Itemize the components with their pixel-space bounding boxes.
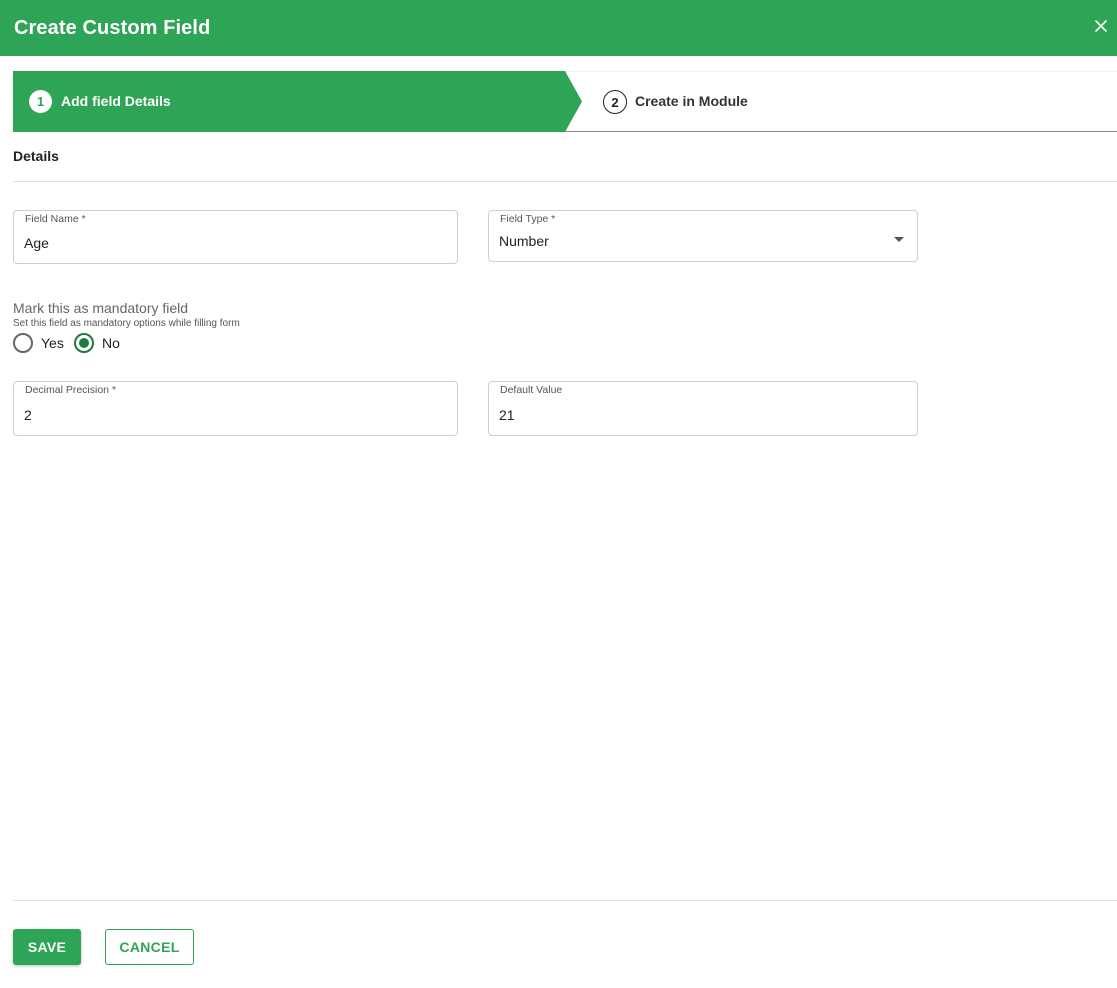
- step-label-2: Create in Module: [635, 93, 748, 109]
- mandatory-title: Mark this as mandatory field: [13, 300, 189, 316]
- save-button[interactable]: SAVE: [13, 929, 81, 965]
- field-name-input[interactable]: Field Name * Age: [13, 210, 458, 264]
- cancel-button[interactable]: CANCEL: [105, 929, 194, 965]
- dialog-title: Create Custom Field: [14, 17, 211, 39]
- step-number-1: 1: [29, 90, 52, 113]
- default-value-input[interactable]: Default Value 21: [488, 381, 918, 436]
- default-value-label: Default Value: [499, 384, 564, 396]
- section-title-details: Details: [13, 148, 59, 164]
- decimal-precision-label: Decimal Precision *: [24, 384, 118, 396]
- chevron-down-icon: [894, 237, 904, 242]
- close-icon: [1095, 20, 1107, 32]
- dialog-header: Create Custom Field: [0, 0, 1117, 56]
- field-name-label: Field Name *: [24, 213, 87, 225]
- radio-yes-circle[interactable]: [13, 333, 33, 353]
- decimal-precision-input[interactable]: Decimal Precision * 2: [13, 381, 458, 436]
- default-value-value: 21: [499, 407, 515, 423]
- stepper: 1 Add field Details 2 Create in Module: [13, 71, 1117, 132]
- field-type-value: Number: [499, 233, 549, 249]
- step-add-field-details[interactable]: 1 Add field Details: [13, 71, 583, 132]
- section-divider: [13, 181, 1117, 182]
- radio-yes[interactable]: Yes: [13, 333, 64, 353]
- step-label-1: Add field Details: [61, 93, 171, 109]
- radio-no-label: No: [102, 335, 120, 351]
- mandatory-subtitle: Set this field as mandatory options whil…: [13, 318, 240, 329]
- footer-divider: [13, 900, 1117, 901]
- field-type-select[interactable]: Field Type * Number: [488, 210, 918, 262]
- radio-yes-label: Yes: [41, 335, 64, 351]
- radio-no-circle[interactable]: [74, 333, 94, 353]
- radio-no[interactable]: No: [74, 333, 120, 353]
- field-type-label: Field Type *: [499, 213, 557, 225]
- step-number-2: 2: [603, 90, 627, 114]
- decimal-precision-value: 2: [24, 407, 32, 423]
- field-name-value: Age: [24, 235, 49, 251]
- close-button[interactable]: [1089, 14, 1113, 38]
